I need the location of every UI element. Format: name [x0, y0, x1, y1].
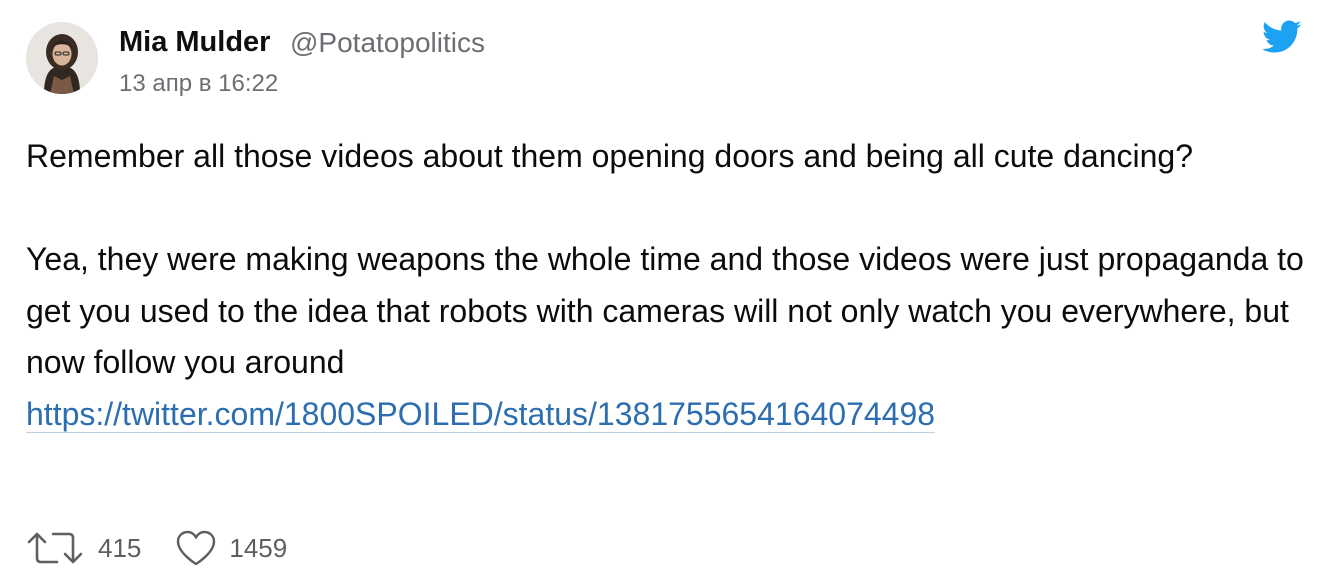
tweet-timestamp[interactable]: 13 апр в 16:22 [119, 70, 278, 98]
author-name[interactable]: Mia Mulder [119, 26, 270, 59]
tweet-paragraph: Remember all those videos about them ope… [26, 138, 1193, 174]
tweet-paragraph: Yea, they were making weapons the whole … [26, 234, 1316, 440]
tweet-body: Remember all those videos about them ope… [26, 131, 1316, 440]
retweet-icon [27, 532, 83, 564]
tweet-actions: 415 1459 [26, 528, 287, 568]
retweet-count: 415 [98, 532, 142, 563]
like-button[interactable]: 1459 [175, 529, 287, 567]
author-handle[interactable]: @Potatopolitics [290, 27, 485, 59]
tweet-link[interactable]: https://twitter.com/1800SPOILED/status/1… [26, 395, 936, 433]
retweet-button[interactable]: 415 [26, 530, 141, 566]
like-count: 1459 [229, 532, 288, 563]
avatar[interactable] [26, 22, 98, 94]
heart-icon [177, 530, 216, 566]
tweet-paragraph-text: Yea, they were making weapons the whole … [26, 241, 1304, 380]
twitter-bird-icon[interactable] [1262, 20, 1302, 54]
